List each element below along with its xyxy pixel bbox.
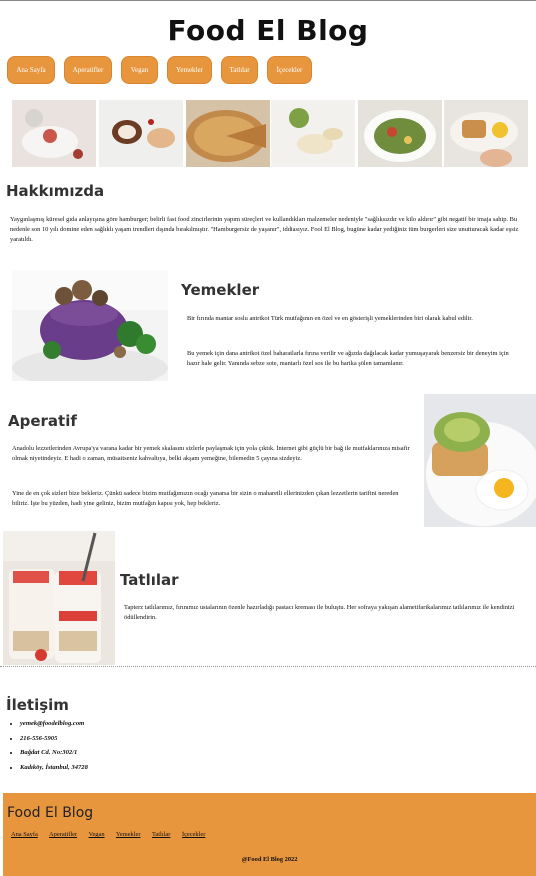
footer-link-yemekler[interactable]: Yemekler: [116, 831, 141, 838]
gallery-photo-plated-dessert[interactable]: [12, 100, 96, 167]
footer-link-ana-sayfa[interactable]: Ana Sayfa: [11, 831, 38, 838]
site-title: Food El Blog: [167, 14, 369, 47]
contact-phone[interactable]: 216-556-5905: [20, 735, 88, 742]
contact-email[interactable]: yemek@foodelblog.com: [20, 720, 88, 727]
footer-link-tatlilar[interactable]: Tatlılar: [152, 831, 170, 838]
nav-aperatifler-button[interactable]: Aperatifler: [64, 56, 112, 84]
tatlilar-paragraph: Tapterz tatlılarımız, fırınımız ustaları…: [124, 604, 515, 621]
gallery-photo-pie[interactable]: [186, 100, 270, 167]
footer-link-vegan[interactable]: Vegan: [89, 831, 105, 838]
yemekler-paragraph-2: Bu yemek için dana antrikot özel baharat…: [187, 350, 509, 367]
section-divider: [0, 666, 536, 667]
site-footer: Food El Blog Ana Sayfa Aperatifler Vegan…: [3, 793, 536, 876]
yemekler-photo: [12, 270, 168, 381]
nav-tatlilar-button[interactable]: Tatlılar: [221, 56, 258, 84]
gallery-photo-salad[interactable]: [358, 100, 442, 167]
nav-icecekler-button[interactable]: İçecekler: [267, 56, 312, 84]
top-border: [0, 0, 536, 1]
footer-title: Food El Blog: [7, 805, 94, 821]
contact-title: İletişim: [6, 696, 69, 714]
tatlilar-photo: [3, 531, 115, 665]
tatlilar-title: Tatlılar: [120, 571, 179, 589]
contact-address-street: Bağdat Cd. No:302/1: [20, 749, 88, 756]
footer-nav: Ana Sayfa Aperatifler Vegan Yemekler Tat…: [11, 831, 215, 838]
about-title: Hakkımızda: [6, 182, 105, 200]
gallery-photo-roll-cake[interactable]: [99, 100, 183, 167]
aperatif-title: Aperatif: [8, 412, 77, 430]
aperatif-photo: [424, 394, 536, 527]
aperatif-paragraph-1: Anadolu lezzetlerinden Avrupa'ya varana …: [12, 445, 410, 462]
yemekler-title: Yemekler: [181, 281, 260, 299]
footer-link-aperatifler[interactable]: Aperatifler: [49, 831, 77, 838]
nav-vegan-button[interactable]: Vegan: [121, 56, 158, 84]
gallery-photo-dumplings[interactable]: [271, 100, 355, 167]
copyright-text: @Food El Blog 2022: [241, 856, 298, 863]
yemekler-paragraph-1: Bir fırında mantar soslu antrikot Türk m…: [187, 315, 473, 322]
aperatif-paragraph-2: Yine de en çok sizleri bize bekleriz. Çü…: [12, 490, 399, 507]
contact-address-city: Kadıköy, İstanbul, 34728: [20, 764, 88, 771]
contact-list: yemek@foodelblog.com 216-556-5905 Bağdat…: [10, 720, 88, 778]
about-text: Yaygınlaşmış küresel gıda anlayışına gör…: [10, 216, 519, 243]
nav-yemekler-button[interactable]: Yemekler: [167, 56, 212, 84]
photo-gallery: [12, 100, 528, 167]
footer-link-icecekler[interactable]: İçecekler: [182, 831, 205, 838]
gallery-photo-toast[interactable]: [444, 100, 528, 167]
nav-ana-sayfa-button[interactable]: Ana Sayfa: [7, 56, 55, 84]
